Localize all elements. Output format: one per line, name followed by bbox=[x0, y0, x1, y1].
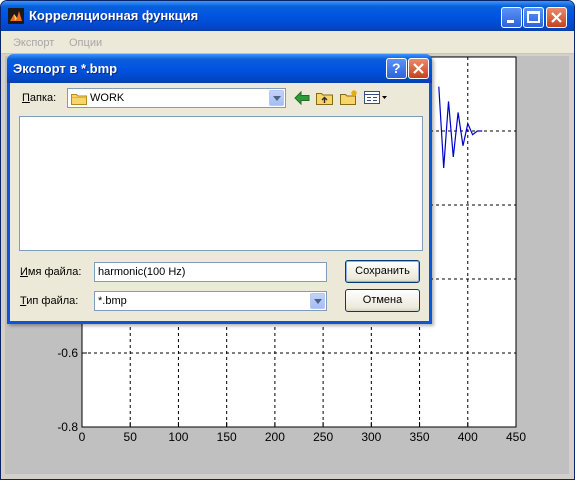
save-button-label: Сохранить bbox=[355, 265, 410, 277]
filetype-dropdown-arrow[interactable] bbox=[310, 293, 325, 309]
x-tick-label: 300 bbox=[361, 430, 381, 444]
cancel-button-label: Отмена bbox=[362, 294, 403, 306]
maximize-button[interactable] bbox=[523, 7, 544, 28]
help-label: ? bbox=[392, 60, 401, 76]
x-tick-label: 350 bbox=[410, 430, 430, 444]
export-dialog: Экспорт в *.bmp ? Папка: WORK Имя файла:… bbox=[7, 54, 432, 324]
x-tick-label: 250 bbox=[313, 430, 333, 444]
chevron-down-icon bbox=[314, 299, 322, 304]
x-tick-label: 50 bbox=[124, 430, 138, 444]
close-button[interactable] bbox=[546, 7, 567, 28]
menu-export[interactable]: Экспорт bbox=[13, 37, 54, 49]
x-tick-label: 200 bbox=[265, 430, 285, 444]
minimize-icon bbox=[507, 20, 514, 23]
x-tick-label: 450 bbox=[506, 430, 526, 444]
dialog-title-bar[interactable]: Экспорт в *.bmp ? bbox=[7, 54, 432, 83]
maximize-icon bbox=[527, 11, 540, 23]
filetype-label: Тип файла: bbox=[20, 295, 79, 307]
filetype-combo[interactable]: *.bmp bbox=[94, 291, 327, 311]
matlab-app-icon bbox=[8, 8, 24, 24]
minimize-button[interactable] bbox=[501, 7, 522, 28]
folder-combo[interactable]: WORK bbox=[67, 88, 286, 108]
chevron-down-icon bbox=[273, 96, 281, 101]
folder-dropdown-arrow[interactable] bbox=[269, 90, 284, 106]
folder-label: Папка: bbox=[22, 92, 57, 104]
y-tick-label: -0.6 bbox=[57, 346, 78, 360]
menu-bar: Экспорт Опции bbox=[1, 31, 574, 54]
main-title-bar[interactable]: Корреляционная функция bbox=[1, 1, 574, 31]
x-tick-label: 150 bbox=[217, 430, 237, 444]
save-button[interactable]: Сохранить bbox=[345, 260, 420, 283]
dialog-close-button[interactable] bbox=[408, 58, 429, 79]
filename-label: Имя файла: bbox=[20, 266, 82, 278]
filetype-value: *.bmp bbox=[98, 295, 127, 307]
view-menu-icon[interactable] bbox=[364, 90, 388, 105]
back-arrow-icon[interactable] bbox=[294, 91, 310, 105]
folder-value: WORK bbox=[90, 92, 125, 104]
x-tick-label: 0 bbox=[79, 430, 86, 444]
menu-options[interactable]: Опции bbox=[69, 37, 102, 49]
main-window-title: Корреляционная функция bbox=[29, 8, 199, 23]
up-folder-icon[interactable] bbox=[316, 90, 333, 105]
folder-icon bbox=[71, 94, 87, 105]
close-icon bbox=[413, 63, 424, 74]
y-tick-label: -0.8 bbox=[57, 420, 78, 434]
help-button[interactable]: ? bbox=[386, 58, 407, 79]
new-folder-icon[interactable] bbox=[340, 89, 359, 105]
x-tick-label: 400 bbox=[458, 430, 478, 444]
cancel-button[interactable]: Отмена bbox=[345, 289, 420, 312]
close-icon bbox=[551, 12, 562, 23]
x-tick-label: 100 bbox=[168, 430, 188, 444]
file-list-view[interactable] bbox=[19, 116, 423, 251]
filename-input[interactable]: harmonic(100 Hz) bbox=[94, 262, 327, 282]
dialog-title: Экспорт в *.bmp bbox=[13, 61, 118, 76]
